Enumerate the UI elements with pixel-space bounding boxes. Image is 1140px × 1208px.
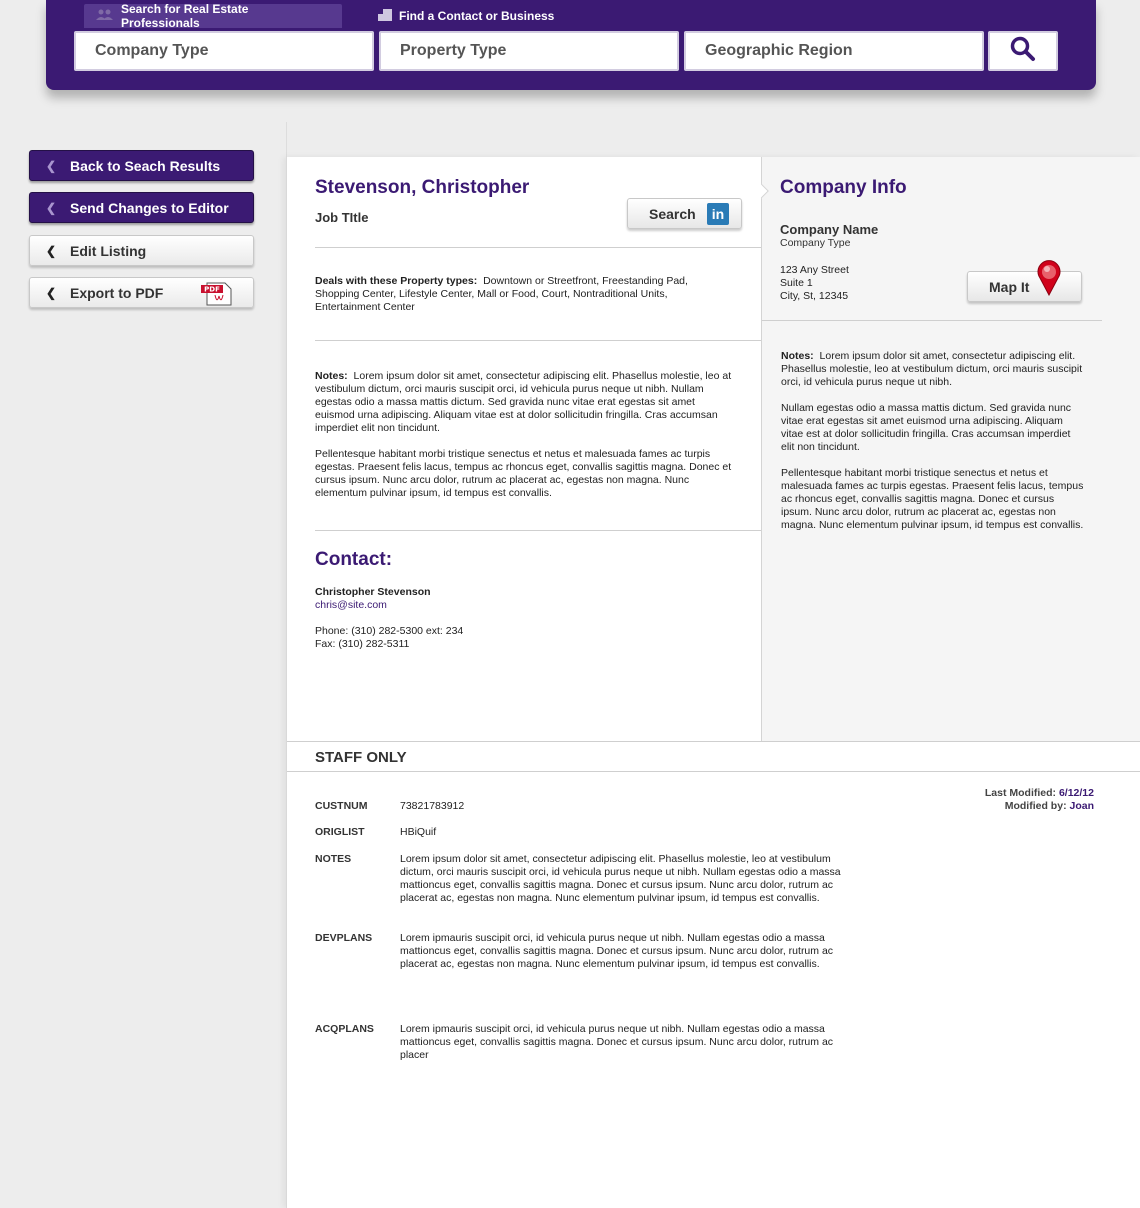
company-notes-label: Notes: <box>781 350 814 362</box>
property-type-select[interactable]: Property Type <box>379 31 679 71</box>
contact-email-link[interactable]: chris@site.com <box>315 599 387 611</box>
notes-text: Lorem ipsum dolor sit amet, consectetur … <box>315 370 732 434</box>
staff-value: Lorem ipmauris suscipit orci, id vehicul… <box>400 932 834 970</box>
edit-listing-button[interactable]: ❮ Edit Listing <box>29 235 254 266</box>
staff-only-header: STAFF ONLY <box>287 741 1140 772</box>
building-icon <box>378 8 392 24</box>
staff-value: 73821783912 <box>400 800 465 812</box>
staff-key: NOTES <box>315 853 352 865</box>
company-info-panel: Company Info Company Name Company Type 1… <box>761 157 1140 741</box>
divider <box>762 320 1102 321</box>
chevron-left-icon: ❮ <box>46 286 57 300</box>
notes-text: Pellentesque habitant morbi tristique se… <box>315 448 732 499</box>
map-it-label: Map It <box>989 278 1030 295</box>
export-label: Export to PDF <box>70 284 164 301</box>
company-notes-text: Nullam egestas odio a massa mattis dictu… <box>781 402 1072 453</box>
address-line: City, St, 12345 <box>780 290 849 302</box>
property-types: Deals with these Property types: Downtow… <box>315 275 735 314</box>
profile-notes: Notes: Lorem ipsum dolor sit amet, conse… <box>315 370 735 513</box>
search-button[interactable] <box>988 31 1058 71</box>
chevron-left-icon: ❮ <box>46 244 57 258</box>
staff-value: Lorem ipsum dolor sit amet, consectetur … <box>400 853 841 904</box>
company-notes-text: Pellentesque habitant morbi tristique se… <box>781 467 1084 531</box>
job-title: Job TItle <box>315 210 369 225</box>
geographic-region-select[interactable]: Geographic Region <box>684 31 984 71</box>
contact-heading: Contact: <box>315 549 393 570</box>
staff-only-heading: STAFF ONLY <box>315 749 407 766</box>
panel-notch <box>761 177 771 207</box>
tab-label: Search for Real Estate Professionals <box>121 2 249 30</box>
back-to-results-button[interactable]: ❮ Back to Seach Results <box>29 150 254 181</box>
pdf-icon: PDF <box>201 282 233 309</box>
tab-find-contact[interactable]: Find a Contact or Business <box>366 4 566 28</box>
divider <box>315 340 761 341</box>
back-label: Back to Seach Results <box>70 157 221 174</box>
company-name: Company Name <box>780 222 879 237</box>
listing-panel: Stevenson, Christopher Job TItle Search … <box>286 157 1140 1208</box>
staff-value: HBiQuif <box>400 826 437 838</box>
people-icon <box>96 9 114 23</box>
modified-by-label: Modified by: <box>1004 800 1067 812</box>
company-address: 123 Any Street Suite 1 City, St, 12345 <box>780 264 849 303</box>
divider <box>315 530 761 531</box>
export-pdf-button[interactable]: ❮ Export to PDF PDF <box>29 277 254 308</box>
last-modified-label: Last Modified: <box>984 787 1057 799</box>
modified-by-value: Joan <box>1069 800 1094 812</box>
linkedin-search-label: Search <box>649 205 696 222</box>
map-pin-icon <box>1036 260 1062 299</box>
company-info-heading: Company Info <box>780 177 907 198</box>
map-it-button[interactable]: Map It <box>967 260 1082 302</box>
staff-key: ORIGLIST <box>315 826 365 838</box>
staff-value: Lorem ipmauris suscipit orci, id vehicul… <box>400 1023 834 1061</box>
main-top-strip <box>286 122 1140 158</box>
company-notes-text: Lorem ipsum dolor sit amet, consectetur … <box>781 350 1083 388</box>
property-type-label: Property Type <box>400 42 507 59</box>
contact-phone: Phone: (310) 282-5300 ext: 234 <box>315 625 464 637</box>
contact-name: Christopher Stevenson <box>315 586 431 598</box>
search-header: Search for Real Estate Professionals Fin… <box>46 0 1096 90</box>
send-changes-button[interactable]: ❮ Send Changes to Editor <box>29 192 254 223</box>
contact-details: Christopher Stevenson chris@site.com Pho… <box>315 586 615 651</box>
company-type: Company Type <box>780 237 851 249</box>
staff-key: ACQPLANS <box>315 1023 374 1035</box>
edit-label: Edit Listing <box>70 242 147 259</box>
company-type-label: Company Type <box>95 42 209 59</box>
last-modified-value: 6/12/12 <box>1058 787 1094 799</box>
geographic-region-label: Geographic Region <box>705 42 853 59</box>
tab-label: Find a Contact or Business <box>399 9 555 23</box>
notes-label: Notes: <box>315 370 348 382</box>
linkedin-search-button[interactable]: Search in <box>627 198 742 229</box>
send-label: Send Changes to Editor <box>70 199 229 216</box>
person-name: Stevenson, Christopher <box>315 177 530 198</box>
staff-key: DEVPLANS <box>315 932 373 944</box>
tab-real-estate-professionals[interactable]: Search for Real Estate Professionals <box>84 2 342 30</box>
address-line: 123 Any Street <box>780 264 849 276</box>
company-notes: Notes: Lorem ipsum dolor sit amet, conse… <box>781 350 1086 545</box>
modified-info: Last Modified: 6/12/12 Modified by: Joan <box>985 787 1094 813</box>
staff-key: CUSTNUM <box>315 800 368 812</box>
address-line: Suite 1 <box>780 277 813 289</box>
divider <box>315 247 761 248</box>
chevron-left-icon: ❮ <box>46 201 57 215</box>
company-type-select[interactable]: Company Type <box>74 31 374 71</box>
linkedin-icon: in <box>707 203 729 225</box>
deals-label: Deals with these Property types: <box>315 275 478 287</box>
chevron-left-icon: ❮ <box>46 159 57 173</box>
pdf-badge-text: PDF <box>204 286 220 294</box>
contact-fax: Fax: (310) 282-5311 <box>315 638 410 650</box>
search-icon <box>1010 36 1036 67</box>
